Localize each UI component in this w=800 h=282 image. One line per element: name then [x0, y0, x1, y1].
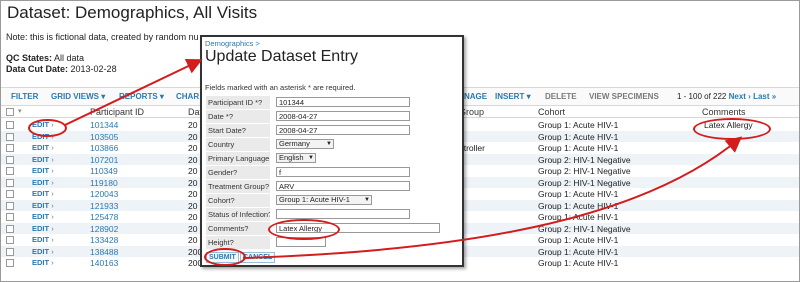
- latex-allergy-callout: [693, 118, 771, 140]
- submit-to-comment-arrow: [242, 136, 743, 259]
- comments-callout: [268, 219, 340, 240]
- submit-callout: [204, 248, 246, 266]
- edit-to-dialog-arrow: [64, 58, 203, 126]
- screenshot-frame: Dataset: Demographics, All Visits Note: …: [0, 0, 800, 282]
- edit-callout: [28, 119, 67, 137]
- annotation-arrows: [64, 58, 743, 259]
